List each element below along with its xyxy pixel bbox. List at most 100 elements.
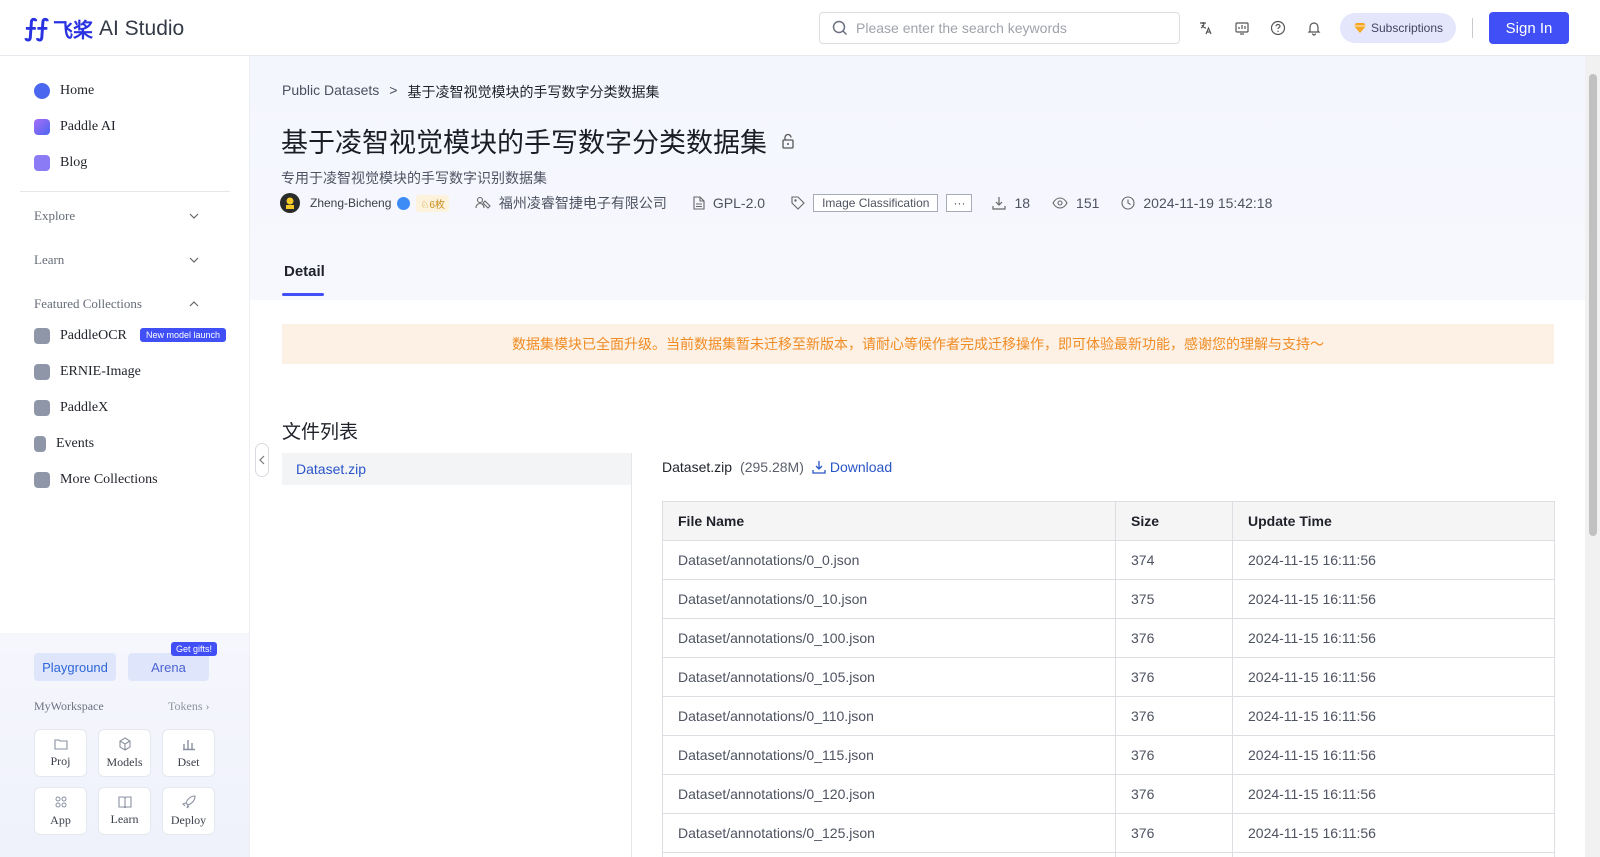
sidebar-item-blog[interactable]: Blog (34, 155, 87, 171)
views: 151 (1052, 195, 1099, 211)
update-time-cell: 2024-11-15 16:11:56 (1232, 813, 1555, 853)
paddleocr-icon (34, 328, 50, 344)
column-header-file-name: File Name (662, 501, 1116, 541)
help-icon[interactable] (1268, 18, 1288, 38)
collection-ernie-image[interactable]: ERNIE-Image (34, 364, 141, 380)
file-name-cell: Dataset/annotations/0_10.json (662, 579, 1116, 619)
tokens-link[interactable]: Tokens › (168, 699, 210, 714)
more-tags-button[interactable]: ··· (946, 194, 973, 212)
tab-active-indicator (282, 293, 324, 296)
book-icon (117, 795, 132, 808)
tile-deploy[interactable]: Deploy (162, 787, 215, 835)
collection-more[interactable]: More Collections (34, 472, 158, 488)
table-row[interactable]: Dataset/annotations/0_115.json 376 2024-11… (662, 735, 1555, 775)
arena-button[interactable]: Arena (128, 653, 209, 681)
table-row[interactable]: Dataset/annotations/0_110.json 376 2024-11… (662, 696, 1555, 736)
file-list-title: 文件列表 (282, 422, 359, 443)
table-row[interactable]: Dataset/annotations/0_10.json 375 2024-11-… (662, 579, 1555, 619)
meta-row: Zheng-Bicheng ♘6枚 福州凌睿智捷电子有限公司 GPL-2.0 I… (280, 191, 1272, 215)
clock-icon (1121, 196, 1135, 210)
size-cell: 374 (1115, 540, 1233, 580)
file-list-item[interactable]: Dataset.zip (282, 453, 631, 485)
updated: 2024-11-19 15:42:18 (1121, 195, 1272, 211)
sidebar: Home Paddle AI Blog Explore Learn Featur… (0, 56, 250, 857)
breadcrumb-root[interactable]: Public Datasets (282, 82, 379, 102)
download-button[interactable]: Download (812, 459, 892, 475)
sidebar-item-home[interactable]: Home (34, 83, 94, 99)
sign-in-button[interactable]: Sign In (1489, 12, 1569, 44)
logo[interactable]: ⨍⨍ 飞桨 AI Studio (24, 14, 184, 43)
tile-learn[interactable]: Learn (98, 787, 151, 835)
subscriptions-button[interactable]: Subscriptions (1340, 13, 1456, 43)
tile-label: App (50, 812, 71, 827)
rocket-icon (181, 794, 196, 808)
chevron-up-icon (189, 301, 199, 307)
gifts-badge: Get gifts! (171, 642, 218, 656)
tag-chip[interactable]: Image Classification (813, 194, 939, 212)
playground-button[interactable]: Playground (34, 653, 116, 681)
page-title: 基于凌智视觉模块的手写数字分类数据集 (281, 128, 767, 158)
section-label: Learn (34, 252, 65, 267)
medal-count: 6枚 (429, 199, 445, 211)
panel-divider (631, 453, 632, 857)
tile-proj[interactable]: Proj (34, 729, 87, 777)
chart-icon (182, 739, 195, 750)
org-name: 福州凌睿智捷电子有限公司 (498, 195, 667, 211)
tile-app[interactable]: App (34, 787, 87, 835)
sidebar-item-paddle-ai[interactable]: Paddle AI (34, 119, 116, 135)
update-time-cell: 2024-11-15 16:11:56 (1232, 540, 1555, 580)
collection-paddleocr[interactable]: PaddleOCR (34, 328, 127, 344)
size-cell: 376 (1115, 618, 1233, 658)
search-box[interactable] (819, 12, 1180, 44)
file-name-cell: Dataset/annotations/0_0.json (662, 540, 1116, 580)
section-learn[interactable]: Learn (34, 252, 199, 268)
collection-label: PaddleX (60, 400, 109, 415)
subscriptions-label: Subscriptions (1370, 21, 1444, 35)
sidebar-item-label: Paddle AI (60, 119, 116, 134)
collection-events[interactable]: Events (34, 436, 94, 452)
update-time-cell: 2024-11-15 16:11:56 (1232, 852, 1555, 857)
tile-label: Proj (50, 753, 71, 768)
table-row[interactable]: Dataset/annotations/0_105.json 376 2024-11… (662, 657, 1555, 697)
tab-detail[interactable]: Detail (284, 263, 325, 280)
table-row[interactable]: Dataset/annotations/0_0.json 374 2024-11-1… (662, 540, 1555, 580)
screen-icon[interactable] (1232, 18, 1252, 38)
bell-icon[interactable] (1304, 18, 1324, 38)
column-header-update-time: Update Time (1232, 501, 1555, 541)
tile-models[interactable]: Models (98, 729, 151, 777)
folder-icon (53, 738, 68, 750)
scrollbar[interactable] (1585, 56, 1600, 857)
update-time-cell: 2024-11-15 16:11:56 (1232, 579, 1555, 619)
search-input[interactable] (856, 20, 1156, 36)
sidebar-collapse-button[interactable] (255, 443, 269, 477)
collection-paddlex[interactable]: PaddleX (34, 400, 108, 416)
author-name[interactable]: Zheng-Bicheng (310, 196, 391, 210)
tile-dset[interactable]: Dset (162, 729, 215, 777)
table-row[interactable]: Dataset/annotations/0_100.json 376 2024-11… (662, 618, 1555, 658)
file-name-cell: Dataset/annotations/0_120.json (662, 774, 1116, 814)
translate-icon[interactable] (1196, 18, 1216, 38)
breadcrumb-separator: > (389, 82, 398, 98)
tile-label: Models (106, 754, 143, 769)
image-icon (34, 364, 50, 380)
table-row[interactable]: Dataset/annotations/0_130.json3762024-11… (662, 852, 1555, 857)
tags: Image Classification ··· (791, 194, 973, 212)
blog-icon (34, 155, 50, 171)
collection-label: More Collections (60, 472, 158, 487)
table-row[interactable]: Dataset/annotations/0_120.json 376 2024-11… (662, 774, 1555, 814)
license-name: GPL-2.0 (712, 195, 766, 211)
download-icon (812, 461, 826, 474)
scrollbar-thumb[interactable] (1589, 74, 1597, 536)
section-featured[interactable]: Featured Collections (34, 296, 199, 312)
migration-notice: 数据集模块已全面升级。当前数据集暂未迁移至新版本，请耐心等候作者完成迁移操作，即… (282, 324, 1554, 364)
file-name-cell: Dataset/annotations/0_130.json (662, 852, 1116, 857)
section-explore[interactable]: Explore (34, 208, 199, 224)
collections-icon (34, 472, 50, 488)
breadcrumb: Public Datasets > 基于凌智视觉模块的手写数字分类数据集 (282, 82, 659, 102)
file-list-item-label: Dataset.zip (296, 461, 367, 477)
medal-badge: ♘6枚 (416, 194, 449, 212)
avatar[interactable] (280, 193, 300, 213)
table-row[interactable]: Dataset/annotations/0_125.json 376 2024-11… (662, 813, 1555, 853)
eye-icon (1052, 197, 1068, 209)
tile-label: Learn (110, 811, 139, 826)
